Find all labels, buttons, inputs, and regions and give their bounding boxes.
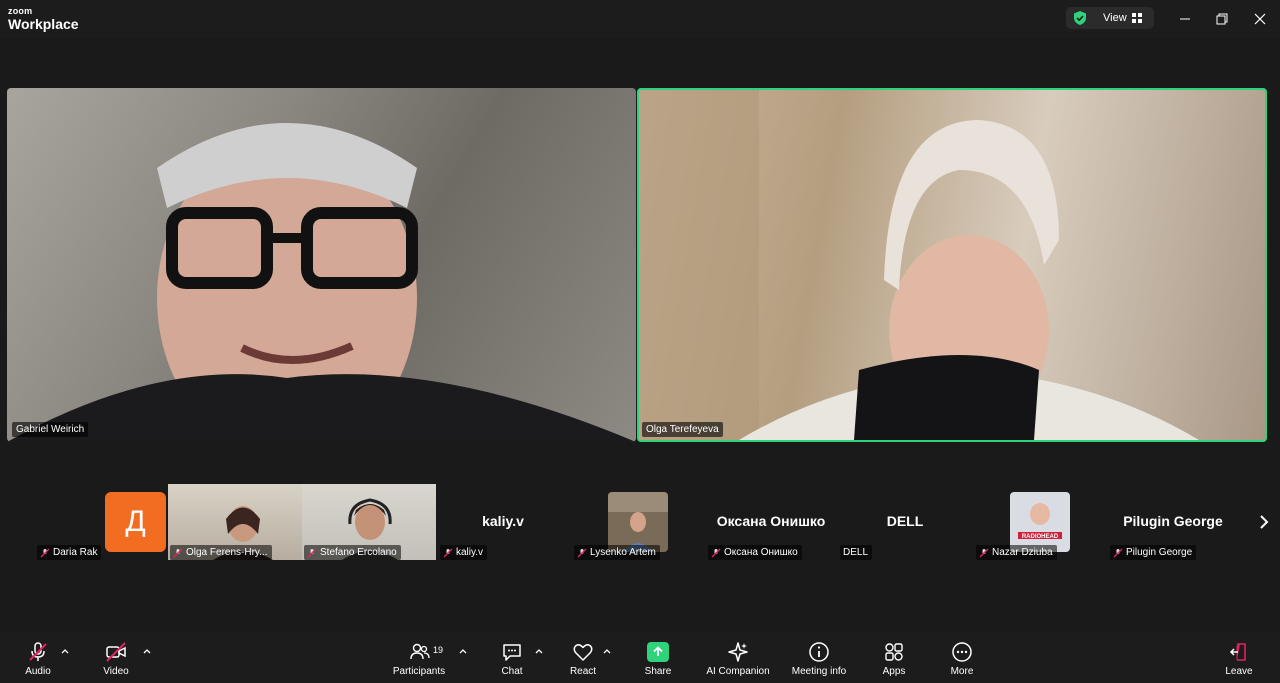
video-button[interactable]: Video [96, 633, 136, 683]
logo-bottom: Workplace [8, 16, 79, 32]
share-screen-icon [653, 646, 663, 656]
mic-muted-icon [173, 548, 183, 557]
participant-name-tag: Оксана Онишко [708, 545, 802, 560]
speaker-name-2: Olga Terefeyeva [642, 422, 723, 437]
app-logo: zoom Workplace [8, 6, 79, 32]
chat-options-caret-icon[interactable] [534, 647, 544, 655]
video-feed-person-2 [639, 90, 1199, 440]
video-feed-person-1 [7, 123, 636, 442]
participant-name-tag: Daria Rak [37, 545, 102, 560]
leave-button[interactable]: Leave [1219, 633, 1259, 683]
speaker-name-1: Gabriel Weirich [12, 422, 89, 437]
info-icon [809, 642, 829, 662]
participant-display-name: DELL [886, 513, 924, 529]
leave-door-icon [1229, 643, 1246, 661]
chat-label: Chat [501, 666, 523, 677]
meeting-info-button[interactable]: Meeting info [786, 633, 852, 683]
profile-photo: RADIOHEAD [1010, 492, 1070, 552]
microphone-muted-icon [29, 642, 47, 661]
minimize-icon[interactable] [1175, 9, 1195, 29]
participant-name-tag: Lysenko Artem [574, 545, 660, 560]
participants-button[interactable]: 19 Participants [386, 633, 452, 683]
logo-top: zoom [8, 6, 33, 16]
participant-name-tag: kaliy.v [440, 545, 488, 560]
apps-icon [885, 643, 903, 661]
title-bar: zoom Workplace View [0, 0, 1280, 38]
participant-display-name: kaliy.v [482, 513, 524, 529]
ai-companion-label: AI Companion [706, 666, 770, 677]
participant-name-tag: Stefano Ercolano [304, 545, 401, 560]
security-shield-icon[interactable] [1072, 10, 1088, 26]
ai-companion-button[interactable]: AI Companion [704, 633, 772, 683]
participant-name-tag: DELL [840, 545, 873, 560]
close-icon[interactable] [1250, 9, 1270, 29]
participant-tile[interactable]: RADIOHEAD Nazar Dziuba [972, 484, 1106, 560]
share-label: Share [644, 666, 672, 677]
video-camera-off-icon [106, 642, 126, 662]
more-options-icon [952, 642, 972, 662]
meeting-toolbar: Audio Video 19 Participants Chat React S… [0, 633, 1280, 683]
mic-muted-icon [307, 548, 317, 557]
apps-label: Apps [882, 666, 906, 677]
meeting-info-label: Meeting info [791, 666, 847, 677]
speaker-tile-2[interactable]: Olga Terefeyeva [637, 88, 1267, 442]
share-button[interactable]: Share [638, 633, 678, 683]
mic-muted-icon [40, 548, 50, 557]
more-label: More [950, 666, 974, 677]
mic-muted-icon [979, 548, 989, 557]
audio-button[interactable]: Audio [18, 633, 58, 683]
participants-options-caret-icon[interactable] [458, 647, 468, 655]
participant-tile[interactable]: Olga Ferens-Hry... [168, 484, 302, 560]
leave-label: Leave [1225, 666, 1253, 677]
participant-strip: Д Daria Rak Olga Ferens-Hry... Stefano E… [0, 484, 1280, 560]
restore-icon[interactable] [1212, 9, 1232, 29]
participant-display-name: Pilugin George [1123, 513, 1223, 529]
sparkle-icon [728, 642, 748, 662]
grid-view-icon [1132, 13, 1142, 23]
profile-photo [608, 492, 668, 552]
video-label: Video [103, 666, 129, 677]
react-options-caret-icon[interactable] [602, 647, 612, 655]
participant-tile[interactable]: Lysenko Artem [570, 484, 704, 560]
participant-tile[interactable]: Оксана Онишко Оксана Онишко [704, 484, 838, 560]
participant-name-tag: Pilugin George [1110, 545, 1197, 560]
audio-label: Audio [25, 666, 51, 677]
avatar: Д [105, 492, 166, 552]
mic-muted-icon [711, 548, 721, 557]
participants-count: 19 [433, 645, 444, 655]
react-label: React [569, 666, 597, 677]
participant-display-name: Оксана Онишко [716, 513, 826, 529]
audio-options-caret-icon[interactable] [60, 647, 70, 655]
participant-tile[interactable]: Pilugin George Pilugin George [1106, 484, 1240, 560]
chat-button[interactable]: Chat [492, 633, 532, 683]
participant-tile[interactable]: Stefano Ercolano [302, 484, 436, 560]
participant-name-tag: Olga Ferens-Hry... [170, 545, 272, 560]
speaker-tile-1[interactable]: Gabriel Weirich [7, 88, 636, 442]
participant-name-tag: Nazar Dziuba [976, 545, 1057, 560]
more-button[interactable]: More [942, 633, 982, 683]
heart-icon [573, 644, 593, 661]
participants-label: Participants [392, 666, 446, 677]
video-options-caret-icon[interactable] [142, 647, 152, 655]
mic-muted-icon [577, 548, 587, 557]
react-button[interactable]: React [563, 633, 603, 683]
apps-button[interactable]: Apps [874, 633, 914, 683]
photo-caption: RADIOHEAD [1022, 534, 1059, 540]
view-label: View [1103, 12, 1127, 24]
view-button[interactable]: View [1066, 7, 1154, 29]
chevron-right-icon[interactable] [1256, 510, 1272, 534]
chat-bubble-icon [503, 644, 521, 661]
mic-muted-icon [443, 548, 453, 557]
participants-icon [410, 643, 430, 660]
participant-tile[interactable]: kaliy.v kaliy.v [436, 484, 570, 560]
participant-tile[interactable]: DELL DELL [838, 484, 972, 560]
mic-muted-icon [1113, 548, 1123, 557]
participant-tile[interactable]: Д Daria Rak [34, 484, 166, 560]
